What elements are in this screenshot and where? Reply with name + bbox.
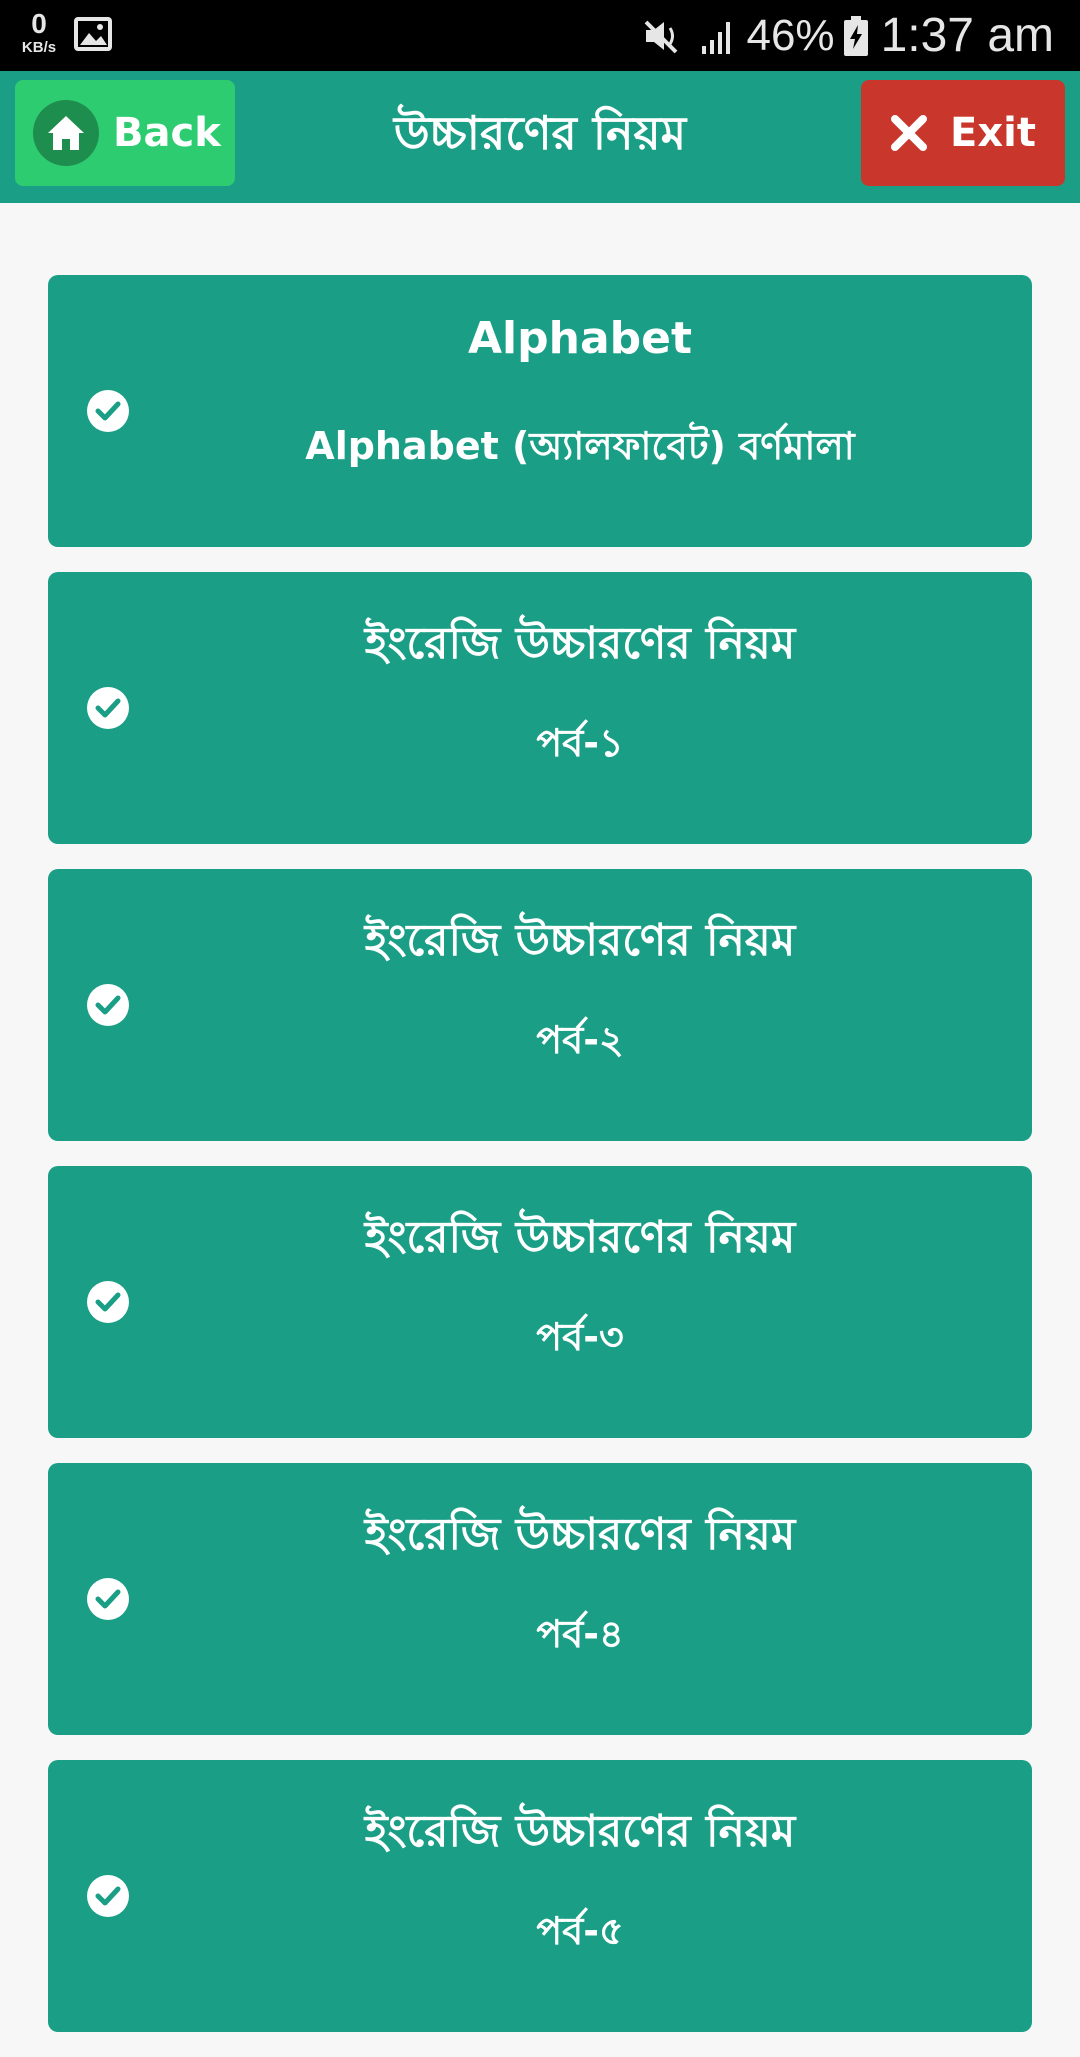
signal-icon	[702, 21, 731, 54]
lesson-subtitle: পর্ব-৩	[536, 1315, 624, 1359]
check-circle-icon	[87, 1281, 129, 1323]
network-speed-unit: KB/s	[21, 39, 57, 56]
lesson-title: ইংরেজি উচ্চারণের নিয়ম	[364, 1806, 796, 1857]
battery-charging-icon	[843, 15, 868, 56]
home-icon-circle	[33, 100, 99, 166]
lesson-card-alphabet[interactable]: Alphabet Alphabet (অ্যালফাবেট) বর্ণমালা	[48, 275, 1032, 547]
check-circle-icon	[87, 984, 129, 1026]
check-circle-icon	[87, 390, 129, 432]
check-circle-icon	[87, 1875, 129, 1917]
check-circle-icon	[87, 1578, 129, 1620]
battery-percent: 46%	[746, 10, 835, 60]
lesson-subtitle: পর্ব-১	[536, 721, 624, 765]
gallery-icon	[74, 17, 112, 51]
mute-icon	[645, 20, 678, 53]
lesson-title: ইংরেজি উচ্চারণের নিয়ম	[364, 915, 796, 966]
back-button[interactable]: Back	[15, 80, 235, 186]
lesson-subtitle: পর্ব-৫	[536, 1909, 624, 1953]
network-speed-value: 0	[31, 8, 47, 39]
lesson-title: Alphabet	[467, 313, 693, 364]
lesson-title: ইংরেজি উচ্চারণের নিয়ম	[364, 1509, 796, 1560]
exit-button[interactable]: Exit	[861, 80, 1065, 186]
lesson-subtitle: পর্ব-৪	[536, 1612, 624, 1656]
lesson-card-part-1[interactable]: ইংরেজি উচ্চারণের নিয়ম পর্ব-১	[48, 572, 1032, 844]
lesson-subtitle: Alphabet (অ্যালফাবেট) বর্ণমালা	[305, 424, 855, 468]
close-icon	[891, 115, 928, 151]
lesson-list: Alphabet Alphabet (অ্যালফাবেট) বর্ণমালা …	[48, 275, 1032, 2057]
network-speed: 0 KB/s	[14, 8, 64, 56]
lesson-title: ইংরেজি উচ্চারণের নিয়ম	[364, 618, 796, 669]
lesson-card-part-2[interactable]: ইংরেজি উচ্চারণের নিয়ম পর্ব-২	[48, 869, 1032, 1141]
lesson-card-part-5[interactable]: ইংরেজি উচ্চারণের নিয়ম পর্ব-৫	[48, 1760, 1032, 2032]
back-button-label: Back	[113, 110, 221, 156]
check-circle-icon	[87, 687, 129, 729]
home-icon	[48, 116, 84, 150]
exit-button-label: Exit	[950, 110, 1036, 156]
lesson-subtitle: পর্ব-২	[536, 1018, 624, 1062]
lesson-title: ইংরেজি উচ্চারণের নিয়ম	[364, 1212, 796, 1263]
lesson-card-part-4[interactable]: ইংরেজি উচ্চারণের নিয়ম পর্ব-৪	[48, 1463, 1032, 1735]
app-bar: Back উচ্চারণের নিয়ম Exit	[0, 71, 1080, 203]
page-title: উচ্চারণের নিয়ম	[393, 106, 687, 160]
lesson-card-part-3[interactable]: ইংরেজি উচ্চারণের নিয়ম পর্ব-৩	[48, 1166, 1032, 1438]
clock-time: 1:37 am	[880, 9, 1054, 62]
status-bar: 0 KB/s 46% 1:37 am	[0, 0, 1080, 71]
